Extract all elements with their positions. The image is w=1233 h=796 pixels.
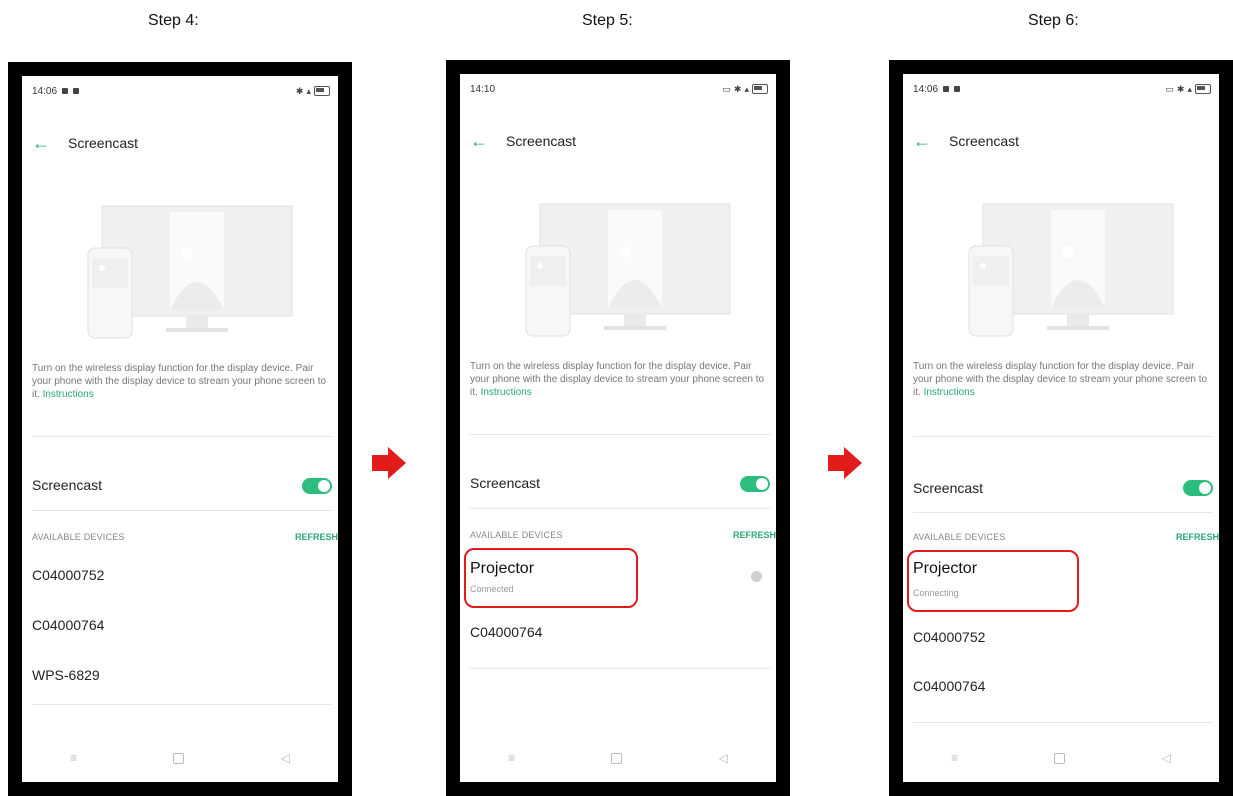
cast-icon: ▭ [1165,83,1174,94]
step-4-label: Step 4: [148,12,199,29]
menu-nav-icon[interactable]: ≡ [508,751,515,765]
status-time: 14:10 [470,83,496,95]
instructions-link[interactable]: Instructions [924,387,975,398]
screencast-toggle-label: Screencast [913,480,984,496]
navigation-bar: ≡ ◁ [460,748,776,768]
red-arrow-icon [372,447,406,479]
divider [470,668,770,669]
notification-icon [943,86,950,92]
phone-screen: 14:10 ▭ ✱ ▴ ← Screencast Turn on the wir… [460,74,776,782]
page-title: Screencast [949,133,1020,149]
step-6-label: Step 6: [1028,12,1079,29]
device-status: Connecting [913,588,959,598]
divider [913,436,1213,437]
screencast-description: Turn on the wireless display function fo… [913,361,1208,398]
available-devices-header: AVAILABLE DEVICES [470,530,563,540]
screencast-description: Turn on the wireless display function fo… [470,361,765,398]
phone-screen: 14:06 ▭ ✱ ▴ ← Screencast Turn on the wir… [903,74,1219,782]
back-arrow-icon[interactable]: ← [32,134,50,152]
screencast-illustration [968,203,1174,337]
menu-nav-icon[interactable]: ≡ [70,751,77,765]
device-item[interactable]: C04000752 [913,629,985,645]
device-status: Connected [470,584,514,594]
screencast-illustration [525,203,731,337]
battery-icon [752,84,768,94]
home-nav-icon[interactable] [611,752,623,764]
status-time: 14:06 [913,83,939,95]
screencast-toggle[interactable] [740,476,770,492]
screencast-description: Turn on the wireless display function fo… [32,363,327,400]
status-time: 14:06 [32,85,58,97]
device-item[interactable]: C04000764 [470,624,542,640]
status-bar: 14:06 ✱ ▴ [32,84,330,98]
phone-step-4: 14:06 ✱ ▴ ← Screencast Turn on the wirel… [8,62,352,796]
notification-icon [954,86,961,92]
status-bar: 14:06 ▭ ✱ ▴ [913,82,1211,96]
phone-screen: 14:06 ✱ ▴ ← Screencast Turn on the wirel… [22,76,338,782]
instructions-link[interactable]: Instructions [43,389,94,400]
red-arrow-icon [828,447,862,479]
battery-icon [1195,84,1211,94]
bluetooth-icon: ✱ [1176,83,1185,94]
device-item-projector[interactable]: Projector [913,560,977,578]
instructions-link[interactable]: Instructions [481,387,532,398]
available-devices-header: AVAILABLE DEVICES [32,532,125,542]
navigation-bar: ≡ ◁ [903,748,1219,768]
screencast-toggle-label: Screencast [470,475,541,491]
highlight-box [464,548,638,608]
divider [470,434,770,435]
bluetooth-icon: ✱ [733,83,742,94]
refresh-button[interactable]: REFRESH [733,530,776,540]
info-icon[interactable] [751,571,762,582]
screencast-toggle[interactable] [1183,480,1213,496]
available-devices-header: AVAILABLE DEVICES [913,532,1006,542]
refresh-button[interactable]: REFRESH [295,532,338,542]
screencast-toggle-label: Screencast [32,477,103,493]
device-item[interactable]: C04000764 [32,617,104,633]
back-nav-icon[interactable]: ◁ [1162,751,1171,765]
refresh-button[interactable]: REFRESH [1176,532,1219,542]
divider [470,508,770,509]
divider [32,436,332,437]
divider [32,510,332,511]
step-5-label: Step 5: [582,12,633,29]
home-nav-icon[interactable] [1054,752,1066,764]
divider [913,512,1213,513]
device-item[interactable]: C04000764 [913,678,985,694]
notification-icon [73,88,80,94]
signal-icon: ▴ [744,83,749,94]
signal-icon: ▴ [1187,83,1192,94]
divider [913,722,1213,723]
divider [32,704,332,705]
home-nav-icon[interactable] [173,752,185,764]
screencast-illustration [87,205,293,339]
notification-icon [62,88,69,94]
phone-step-5: 14:10 ▭ ✱ ▴ ← Screencast Turn on the wir… [446,60,790,796]
device-item[interactable]: WPS-6829 [32,667,100,683]
menu-nav-icon[interactable]: ≡ [951,751,958,765]
page-title: Screencast [506,133,577,149]
status-bar: 14:10 ▭ ✱ ▴ [470,82,768,96]
phone-step-6: 14:06 ▭ ✱ ▴ ← Screencast Turn on the wir… [889,60,1233,796]
screencast-toggle[interactable] [302,478,332,494]
back-nav-icon[interactable]: ◁ [719,751,728,765]
back-nav-icon[interactable]: ◁ [281,751,290,765]
cast-icon: ▭ [722,83,731,94]
bluetooth-icon: ✱ [295,85,304,96]
device-item-projector[interactable]: Projector [470,560,534,578]
back-arrow-icon[interactable]: ← [470,132,488,150]
battery-icon [314,86,330,96]
signal-icon: ▴ [306,85,311,96]
navigation-bar: ≡ ◁ [22,748,338,768]
page-title: Screencast [68,135,139,151]
device-item[interactable]: C04000752 [32,567,104,583]
back-arrow-icon[interactable]: ← [913,132,931,150]
